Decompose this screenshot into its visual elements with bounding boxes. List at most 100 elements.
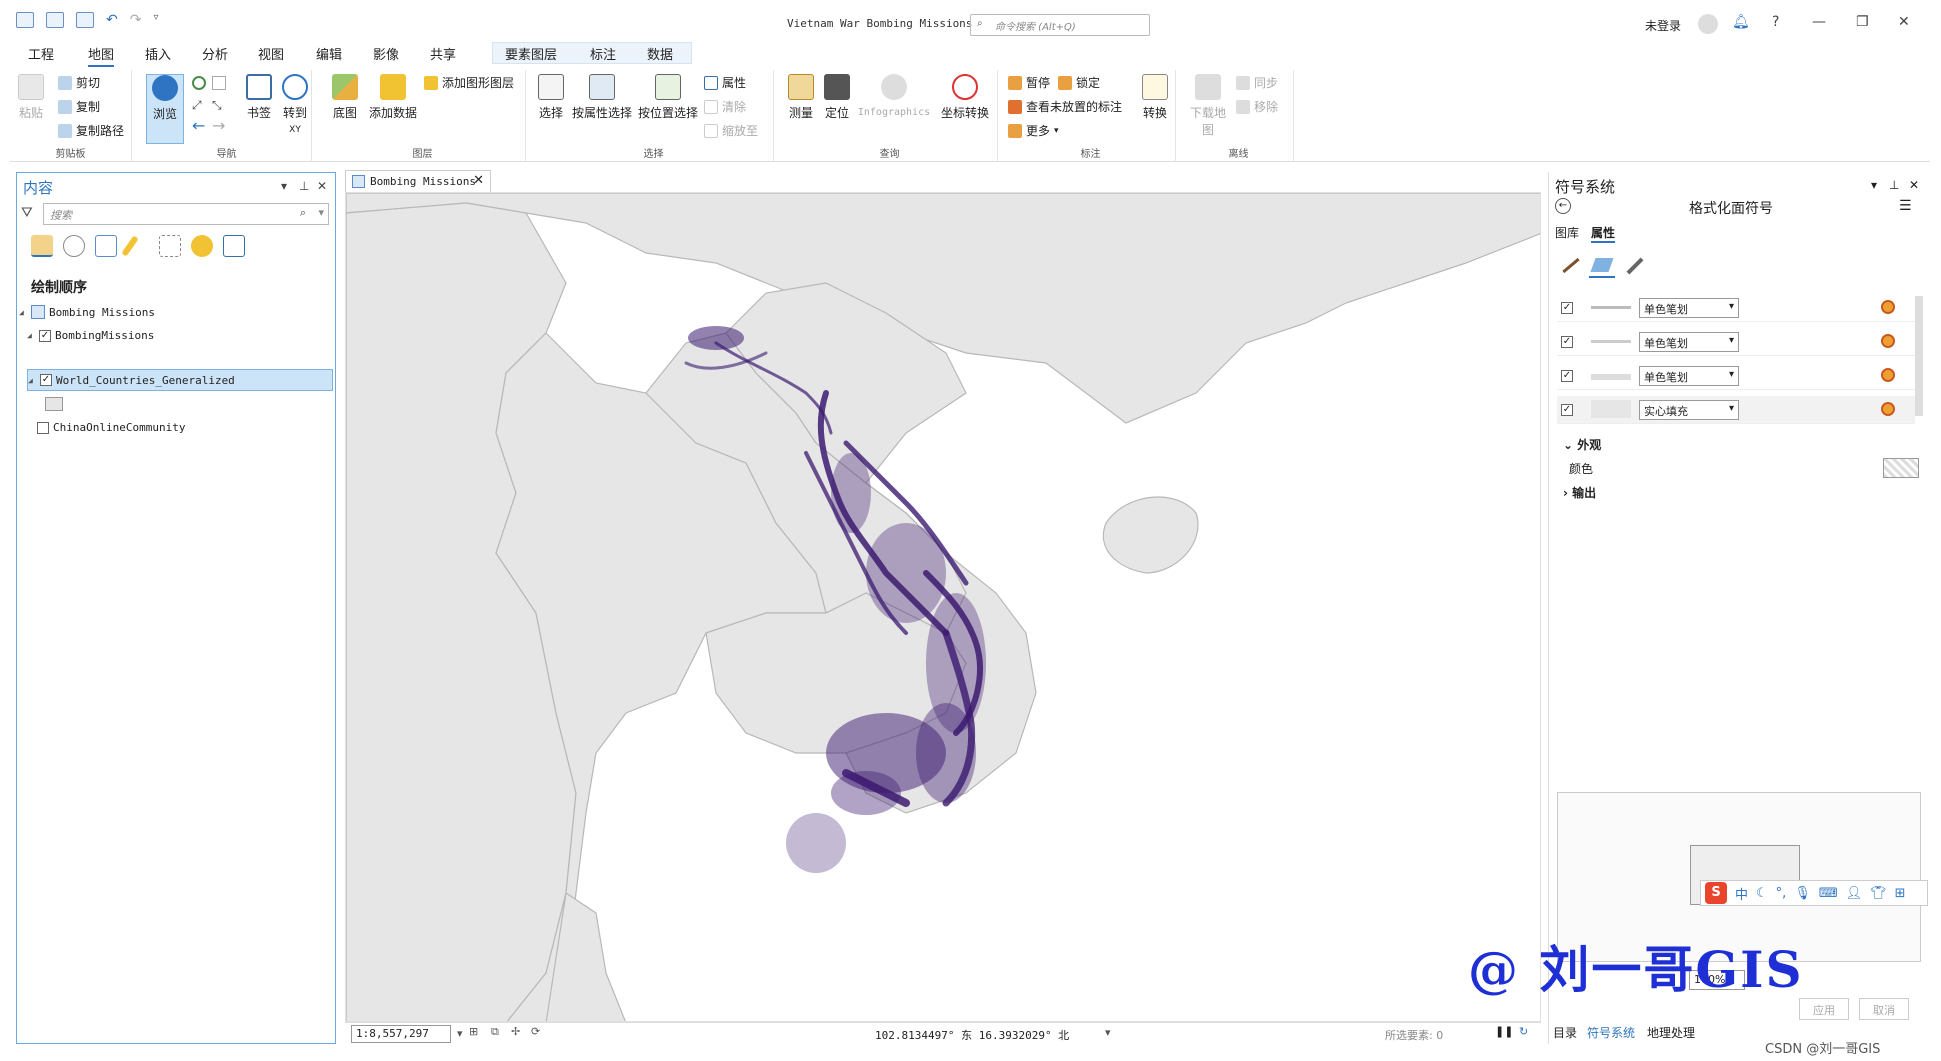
layer-list-scrollbar[interactable]: [1915, 296, 1923, 416]
symbol-layer-settings-icon[interactable]: [1881, 334, 1895, 348]
close-tab-icon[interactable]: ✕: [473, 173, 484, 188]
paste-button[interactable]: 粘贴: [16, 74, 46, 121]
add-data-button[interactable]: 添加数据: [366, 74, 420, 121]
grid-menu-icon[interactable]: ⊞: [1895, 886, 1906, 901]
symbol-layer-checkbox[interactable]: ✓: [1561, 302, 1573, 314]
symbol-layer-type-dropdown[interactable]: 单色笔划: [1639, 298, 1739, 318]
list-by-editing-icon[interactable]: [121, 235, 139, 257]
tab-share[interactable]: 共享: [430, 44, 456, 63]
infographics-button[interactable]: Infographics: [856, 74, 932, 118]
undo-icon[interactable]: ↶: [106, 12, 118, 28]
add-graphics-layer-button[interactable]: 添加图形图层: [424, 74, 514, 91]
login-status[interactable]: 未登录: [1645, 17, 1681, 34]
convert-labels-button[interactable]: 转换: [1138, 74, 1172, 121]
symbol-layer-row[interactable]: ✓ 单色笔划: [1557, 362, 1915, 390]
restore-icon[interactable]: ❐: [1856, 14, 1869, 30]
skin-icon[interactable]: 👕︎: [1870, 886, 1887, 901]
layer-world-countries[interactable]: ◢ ✓ World_Countries_Generalized: [27, 369, 333, 391]
color-picker[interactable]: [1883, 458, 1919, 478]
cut-button[interactable]: 剪切: [58, 74, 100, 91]
attributes-button[interactable]: 属性: [704, 74, 746, 91]
tab-map[interactable]: 地图: [88, 44, 115, 67]
zoom-in-fixed-icon[interactable]: ⤢: [192, 98, 202, 113]
command-search-input[interactable]: ⌕ 命令搜索 (Alt+Q): [970, 14, 1150, 36]
snapping-icon[interactable]: ⧉: [491, 1025, 499, 1039]
new-project-icon[interactable]: [16, 12, 34, 28]
pause-drawing-icon[interactable]: ❚❚: [1495, 1025, 1513, 1038]
clear-selection-button[interactable]: 清除: [704, 98, 746, 115]
output-section-header[interactable]: › 输出: [1563, 484, 1596, 501]
tab-gallery[interactable]: 图库: [1555, 224, 1579, 241]
remove-offline-button[interactable]: 移除: [1236, 98, 1278, 115]
refresh-icon[interactable]: ↻: [1519, 1025, 1528, 1038]
symbol-layer-type-dropdown[interactable]: 实心填充: [1639, 400, 1739, 420]
pane-options-icon[interactable]: ▾: [1871, 178, 1877, 192]
view-unplaced-button[interactable]: 查看未放置的标注: [1008, 98, 1122, 115]
tab-edit[interactable]: 编辑: [316, 44, 342, 63]
wrench-icon[interactable]: [1621, 254, 1647, 278]
grid-icon[interactable]: ⊞: [469, 1025, 478, 1038]
close-pane-icon[interactable]: ✕: [317, 179, 327, 193]
symbol-layer-checkbox[interactable]: ✓: [1561, 336, 1573, 348]
symbol-layer-settings-icon[interactable]: [1881, 368, 1895, 382]
save-project-icon[interactable]: [76, 12, 94, 28]
sync-button[interactable]: 同步: [1236, 74, 1278, 91]
symbol-layer-settings-icon[interactable]: [1881, 402, 1895, 416]
zoom-to-selection-button[interactable]: 缩放至: [704, 122, 758, 139]
coordinate-format-dropdown-icon[interactable]: ▾: [1105, 1026, 1111, 1039]
layer-bombing-missions[interactable]: ◢ ✓ BombingMissions: [27, 329, 154, 342]
moon-icon[interactable]: ☾: [1756, 886, 1768, 901]
layers-icon[interactable]: [1589, 254, 1615, 278]
tab-catalog[interactable]: 目录: [1553, 1024, 1577, 1041]
map-node[interactable]: ◢ Bombing Missions: [19, 305, 155, 319]
select-by-attributes-button[interactable]: 按属性选择: [570, 74, 634, 121]
close-window-icon[interactable]: ✕: [1898, 14, 1910, 30]
pane-options-icon[interactable]: ▾: [281, 179, 287, 193]
apply-button[interactable]: 应用: [1799, 998, 1849, 1020]
minimize-icon[interactable]: —: [1812, 14, 1826, 30]
pin-icon[interactable]: ⊥: [299, 179, 309, 193]
layer-visibility-checkbox[interactable]: ✓: [39, 329, 51, 342]
tab-data[interactable]: 数据: [647, 44, 673, 63]
list-by-data-source-icon[interactable]: [63, 235, 85, 257]
collapse-icon[interactable]: ◢: [28, 376, 36, 385]
contents-search-input[interactable]: 搜索 ⌕ ▾: [43, 203, 329, 225]
map-canvas[interactable]: [345, 192, 1541, 1022]
pause-labels-button[interactable]: 暂停: [1008, 74, 1050, 91]
copy-button[interactable]: 复制: [58, 98, 100, 115]
user-avatar-icon[interactable]: [1698, 14, 1718, 34]
zoom-out-fixed-icon[interactable]: ⤡: [212, 98, 222, 113]
pin-icon[interactable]: ⊥: [1889, 178, 1899, 192]
collapse-icon[interactable]: ◢: [27, 331, 35, 340]
full-extent-icon[interactable]: [192, 76, 206, 90]
ime-language-indicator[interactable]: 中: [1735, 884, 1748, 903]
measure-button[interactable]: 测量: [784, 74, 818, 121]
customize-qa-icon[interactable]: ▿: [153, 12, 158, 28]
list-by-labeling-icon[interactable]: [191, 235, 213, 257]
symbol-layer-row[interactable]: ✓ 实心填充: [1557, 396, 1915, 424]
appearance-section-header[interactable]: ⌄ 外观: [1563, 436, 1601, 453]
tab-analysis[interactable]: 分析: [202, 44, 228, 63]
constraint-icon[interactable]: ✢: [511, 1025, 520, 1038]
close-pane-icon[interactable]: ✕: [1909, 178, 1919, 192]
tab-imagery[interactable]: 影像: [373, 44, 399, 63]
map-view-tab[interactable]: Bombing Missions ✕: [345, 170, 491, 192]
explore-button[interactable]: 浏览: [146, 74, 184, 144]
tab-geoprocessing[interactable]: 地理处理: [1647, 1024, 1695, 1041]
download-map-button[interactable]: 下载地图: [1186, 74, 1230, 138]
more-labeling-button[interactable]: 更多 ▾: [1008, 122, 1059, 139]
lock-labels-button[interactable]: 锁定: [1058, 74, 1100, 91]
symbol-layer-row[interactable]: ✓ 单色笔划: [1557, 328, 1915, 356]
polygon-symbol-swatch[interactable]: [45, 397, 63, 411]
cancel-button[interactable]: 取消: [1859, 998, 1909, 1020]
layer-china-online-community[interactable]: ChinaOnlineCommunity: [37, 421, 185, 434]
tab-symbology[interactable]: 符号系统: [1587, 1024, 1635, 1041]
layer-visibility-checkbox[interactable]: [37, 421, 49, 434]
search-dropdown-icon[interactable]: ▾: [318, 206, 324, 219]
symbol-layer-type-dropdown[interactable]: 单色笔划: [1639, 366, 1739, 386]
forward-arrow-icon[interactable]: →: [212, 116, 225, 135]
back-arrow-icon[interactable]: ←: [192, 116, 205, 135]
symbol-layer-settings-icon[interactable]: [1881, 300, 1895, 314]
symbol-layer-row[interactable]: ✓ 单色笔划: [1557, 294, 1915, 322]
help-button[interactable]: ?: [1772, 14, 1779, 30]
